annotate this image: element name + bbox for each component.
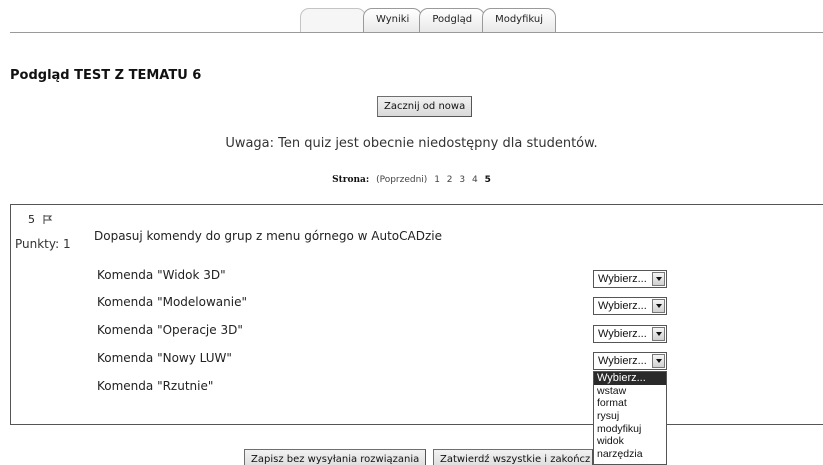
match-select[interactable]: Wybierz... [593, 352, 667, 370]
dropdown-option[interactable]: format [594, 397, 666, 410]
chevron-down-icon[interactable] [652, 354, 665, 368]
select-value: Wybierz... [598, 273, 647, 285]
chevron-down-icon[interactable] [652, 299, 665, 313]
chevron-down-icon[interactable] [652, 327, 665, 341]
question-text: Dopasuj komendy do grup z menu górnego w… [94, 229, 442, 243]
match-select[interactable]: Wybierz... [593, 325, 667, 343]
match-row-label: Komenda "Modelowanie" [97, 295, 247, 309]
tab-results[interactable]: Wyniki [363, 8, 423, 32]
dropdown-option[interactable]: Wybierz... [594, 372, 666, 385]
tab-disabled [300, 8, 366, 32]
question-number: 5 [28, 213, 35, 226]
tab-divider [10, 32, 823, 33]
match-select[interactable]: Wybierz... [593, 270, 667, 288]
dropdown-option[interactable]: widok [594, 435, 666, 448]
pager-page-2[interactable]: 2 [447, 175, 453, 185]
pager-page-current: 5 [484, 175, 491, 185]
dropdown-option[interactable]: modyfikuj [594, 423, 666, 436]
flag-icon[interactable] [43, 215, 53, 224]
tab-edit[interactable]: Modyfikuj [482, 8, 556, 32]
submit-all-button[interactable]: Zatwierdź wszystkie i zakończ [433, 449, 593, 465]
pager-page-3[interactable]: 3 [459, 175, 465, 185]
pager-page-1[interactable]: 1 [434, 175, 440, 185]
select-value: Wybierz... [598, 328, 647, 340]
tab-preview[interactable]: Podgląd [419, 8, 486, 32]
availability-notice: Uwaga: Ten quiz jest obecnie niedostępny… [225, 136, 598, 151]
page-title: Podgląd TEST Z TEMATU 6 [10, 68, 202, 83]
match-row-label: Komenda "Rzutnie" [97, 379, 214, 393]
pager-label: Strona: [332, 175, 370, 185]
dropdown-list[interactable]: Wybierz... wstaw format rysuj modyfikuj … [593, 371, 667, 465]
dropdown-option[interactable]: rysuj [594, 410, 666, 423]
tab-bar: Wyniki Podgląd Modyfikuj [300, 8, 556, 32]
match-row-label: Komenda "Operacje 3D" [97, 323, 243, 337]
save-without-submit-button[interactable]: Zapisz bez wysyłania rozwiązania [244, 449, 427, 465]
pagination: Strona: (Poprzedni) 1 2 3 4 5 [0, 175, 823, 185]
match-row-label: Komenda "Widok 3D" [97, 268, 226, 282]
pager-prev-link[interactable]: (Poprzedni) [376, 175, 427, 185]
match-select[interactable]: Wybierz... [593, 297, 667, 315]
chevron-down-icon[interactable] [652, 272, 665, 286]
dropdown-option[interactable]: wstaw [594, 385, 666, 398]
dropdown-option[interactable]: narzędzia [594, 448, 666, 461]
restart-button[interactable]: Zacznij od nowa [377, 96, 473, 117]
select-value: Wybierz... [598, 355, 647, 367]
match-row-label: Komenda "Nowy LUW" [97, 351, 232, 365]
select-value: Wybierz... [598, 300, 647, 312]
question-points: Punkty: 1 [15, 237, 71, 251]
pager-page-4[interactable]: 4 [472, 175, 478, 185]
